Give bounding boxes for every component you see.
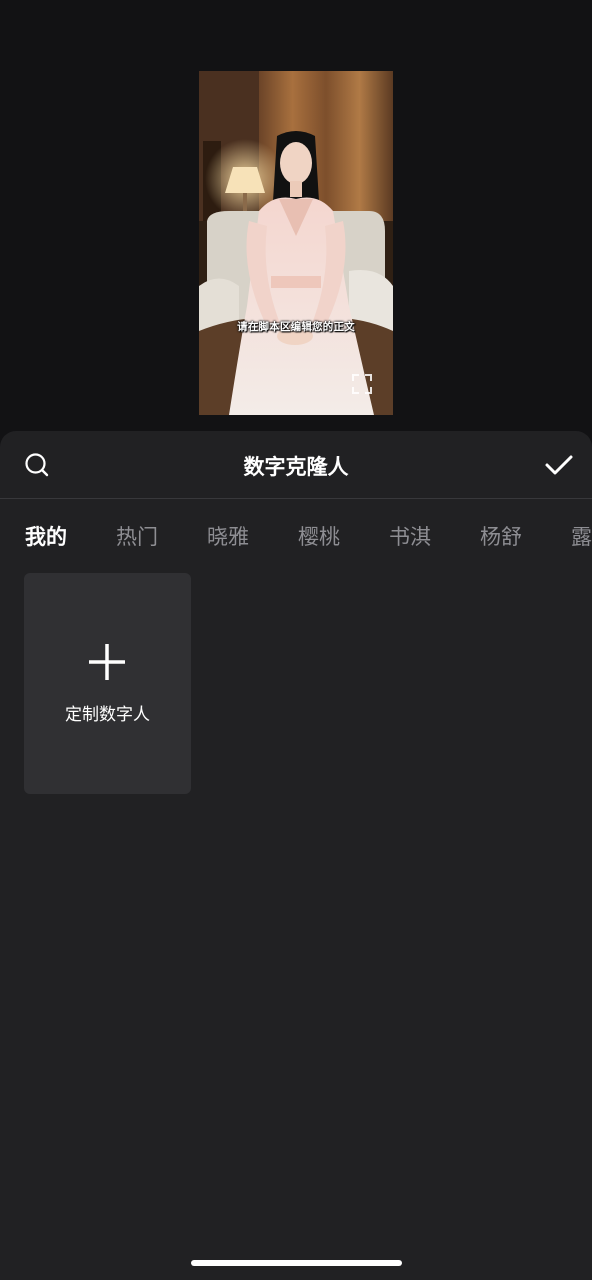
tab-lu[interactable]: 露 [571,521,592,551]
digital-human-preview[interactable]: 请在脚本区编辑您的正文 [199,71,393,415]
home-indicator [191,1260,402,1266]
checkmark-icon[interactable] [544,450,574,480]
custom-digital-human-button[interactable]: 定制数字人 [24,573,191,794]
panel-title: 数字克隆人 [243,455,349,479]
custom-card-label: 定制数字人 [65,705,150,725]
fullscreen-icon[interactable] [351,373,373,395]
tab-mine[interactable]: 我的 [25,521,67,551]
tab-yingtao[interactable]: 樱桃 [298,521,340,551]
category-tabs: 我的 热门 晓雅 樱桃 书淇 杨舒 露 [0,499,592,569]
tab-shuqi[interactable]: 书淇 [389,521,431,551]
video-preview-area: 请在脚本区编辑您的正文 [0,0,592,440]
tab-xiaoya[interactable]: 晓雅 [207,521,249,551]
tab-yangshu[interactable]: 杨舒 [480,521,522,551]
preview-image [199,71,393,415]
tab-popular[interactable]: 热门 [116,521,158,551]
digital-human-panel: 数字克隆人 我的 热门 晓雅 樱桃 书淇 杨舒 露 定制数字人 [0,431,592,1280]
subtitle-text: 请在脚本区编辑您的正文 [237,321,355,333]
plus-icon [89,644,125,680]
panel-header: 数字克隆人 [0,431,592,499]
